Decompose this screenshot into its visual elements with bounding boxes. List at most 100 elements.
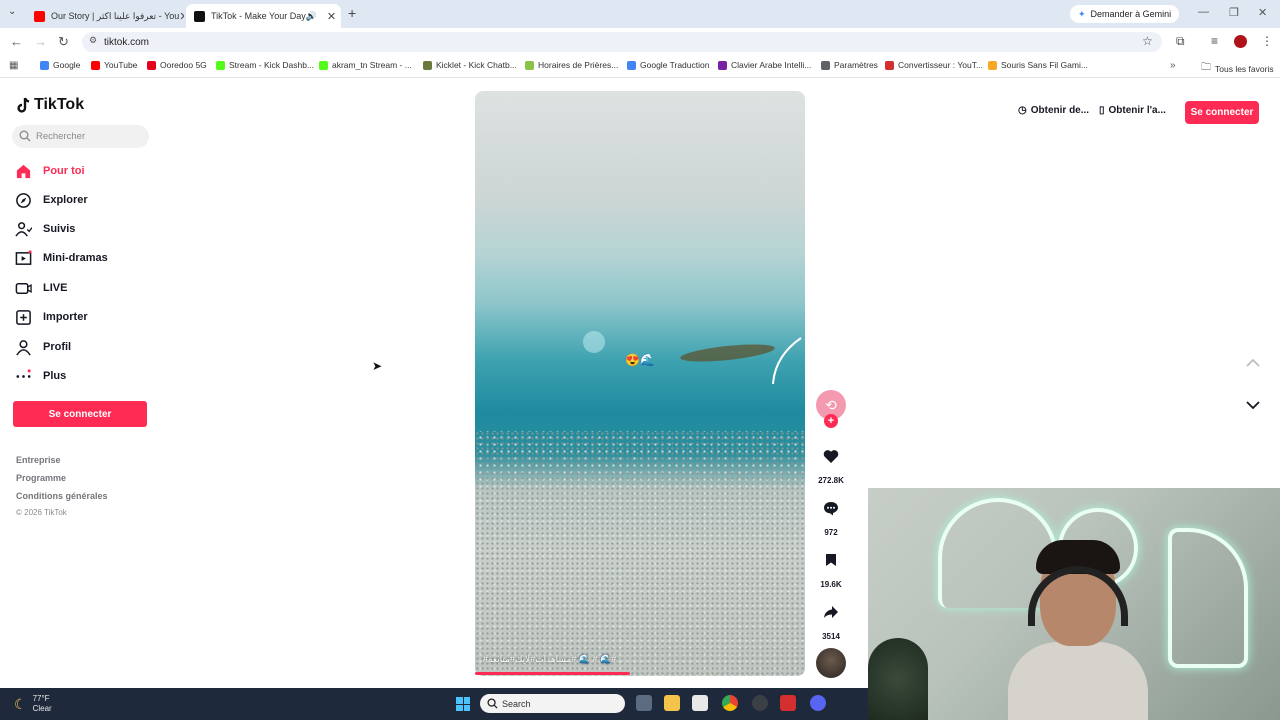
comment-button[interactable] [819,496,843,520]
like-button[interactable] [819,444,843,468]
all-bookmarks-label: Tous les favoris [1215,63,1274,74]
calculator-icon[interactable] [692,695,708,711]
bookmark-item[interactable]: Google Traduction [627,60,709,70]
upload-icon [16,309,31,325]
bookmark-favicon-icon [147,60,156,70]
like-count: 272.8K [818,476,844,485]
bookmark-item[interactable]: Horaires de Prières... [525,60,618,70]
signin-label: Se connecter [48,408,112,420]
audio-icon[interactable]: 🔊 [306,11,317,22]
folder-icon: 🗀 [1201,62,1211,73]
bookmark-favicon-icon [319,60,328,70]
url-field[interactable]: ⚙ tiktok.com [82,32,1162,52]
apps-grid-icon[interactable]: ▦ [9,60,18,71]
nav-item-label: Importer [43,311,88,323]
tiktok-favicon-icon [194,10,205,22]
nav-item-live[interactable]: LIVE [15,278,67,298]
previous-video-button[interactable] [1241,351,1265,375]
save-button[interactable] [819,548,843,572]
nav-item-mini-dramas[interactable]: Mini-dramas [15,248,108,268]
bookmark-favicon-icon [821,60,830,70]
windows-start-icon[interactable] [456,697,470,711]
steam-icon[interactable] [752,695,768,711]
weather-widget[interactable]: ☾ 77°F Clear [14,694,52,714]
chrome-icon[interactable] [722,695,738,711]
logo-text: TikTok [34,96,85,113]
get-app-label: Obtenir l'a... [1108,105,1166,116]
share-button[interactable] [819,600,843,624]
forward-icon[interactable]: → [34,34,47,49]
chevron-up-icon [1246,359,1260,367]
sound-avatar[interactable] [816,648,846,678]
task-view-icon[interactable] [636,695,652,711]
follow-plus-button[interactable]: + [824,414,838,428]
nav-item-pour-toi[interactable]: Pour toi [15,161,85,181]
next-video-button[interactable] [1241,393,1265,417]
bookmark-label: akram_tn Stream - ... [332,60,412,70]
close-window-icon[interactable]: ✕ [1258,6,1267,19]
tab-list-chevron-icon[interactable]: ⌄ [8,6,16,17]
back-icon[interactable]: ← [10,34,23,49]
video-emoji-sticker: 😍🌊 [625,353,655,367]
profile-avatar[interactable] [1234,35,1247,48]
video-caption[interactable]: #مشاهدات#لايك#متابعه# 🌊 # 🌊# [483,654,616,665]
nav-item-plus[interactable]: Plus [15,366,66,386]
bookmark-label: Stream - Kick Dashb... [229,60,315,70]
header-signin-button[interactable]: Se connecter [1185,101,1259,124]
footer-link-conditions[interactable]: Conditions générales [16,491,108,501]
bookmark-item[interactable]: Ooredoo 5G [147,60,207,70]
bookmark-item[interactable]: Stream - Kick Dashb... [216,60,314,70]
mouse-cursor-icon: ➤ [372,359,383,373]
get-app-link[interactable]: ▯ Obtenir l'a... [1099,105,1166,116]
bookmark-label: Convertisseur : YouT... [898,60,984,70]
bookmark-item[interactable]: YouTube [91,60,137,70]
bookmark-star-icon[interactable]: ☆ [1142,34,1153,48]
discord-icon[interactable] [810,695,826,711]
bookmark-item[interactable]: Paramètres [821,60,878,70]
tab-tiktok[interactable]: TikTok - Make Your Day 🔊 ✕ [186,4,341,28]
get-coins-link[interactable]: ◷ Obtenir de... [1018,105,1089,116]
nav-item-label: Profil [43,341,72,353]
video-player[interactable]: 😍🌊 [475,91,805,676]
minimize-icon[interactable]: — [1198,6,1209,18]
bookmark-item[interactable]: Kicklet - Kick Chatb... [423,60,517,70]
reload-icon[interactable]: ↻ [58,34,69,50]
tiktok-logo[interactable]: TikTok [16,96,84,114]
phone-icon: ▯ [1099,105,1105,116]
search-input[interactable]: Rechercher [12,125,149,148]
video-bubble [583,331,605,353]
close-tab-icon[interactable]: ✕ [179,10,184,23]
nav-item-label: Plus [43,370,67,382]
bookmark-item[interactable]: Souris Sans Fil Gami... [988,60,1088,70]
tab-youtube[interactable]: Our Story | تعرفوا علينا اكثر - You ✕ [26,4,184,28]
extensions-icon[interactable]: ⧉ [1176,34,1185,49]
copyright-text: © 2026 TikTok [16,508,67,517]
footer-link-entreprise[interactable]: Entreprise [16,455,61,465]
nav-item-profil[interactable]: Profil [15,337,71,357]
nav-item-importer[interactable]: Importer [15,307,88,327]
nav-item-explorer[interactable]: Explorer [15,190,88,210]
site-info-icon[interactable]: ⚙ [89,35,97,46]
app-red-icon[interactable] [780,695,796,711]
gemini-button[interactable]: ✦ Demander à Gemini [1070,5,1180,23]
file-explorer-icon[interactable] [664,695,680,711]
taskbar-search[interactable]: Search [480,694,625,713]
bookmarks-overflow-icon[interactable]: » [1170,60,1176,71]
bookmark-item[interactable]: Clavier Arabe Intelli... [718,60,811,70]
footer-link-programme[interactable]: Programme [16,473,66,483]
heart-icon [823,449,839,463]
new-tab-icon[interactable]: + [348,5,356,21]
video-progress-bar[interactable] [475,672,631,675]
bookmark-item[interactable]: Google [40,60,80,70]
bookmark-item[interactable]: Convertisseur : YouT... [885,60,983,70]
film-icon [15,249,32,265]
all-bookmarks-button[interactable]: 🗀 Tous les favoris [1201,60,1274,77]
sidebar-signin-button[interactable]: Se connecter [13,401,147,427]
webcam-plant [868,638,928,720]
menu-kebab-icon[interactable]: ⋮ [1261,34,1273,48]
nav-item-suivis[interactable]: Suivis [15,219,75,239]
media-controls-icon[interactable]: ≡ [1211,34,1218,48]
close-tab-icon[interactable]: ✕ [327,10,336,23]
restore-icon[interactable]: ❐ [1229,6,1239,19]
bookmark-item[interactable]: akram_tn Stream - ... [319,60,412,70]
